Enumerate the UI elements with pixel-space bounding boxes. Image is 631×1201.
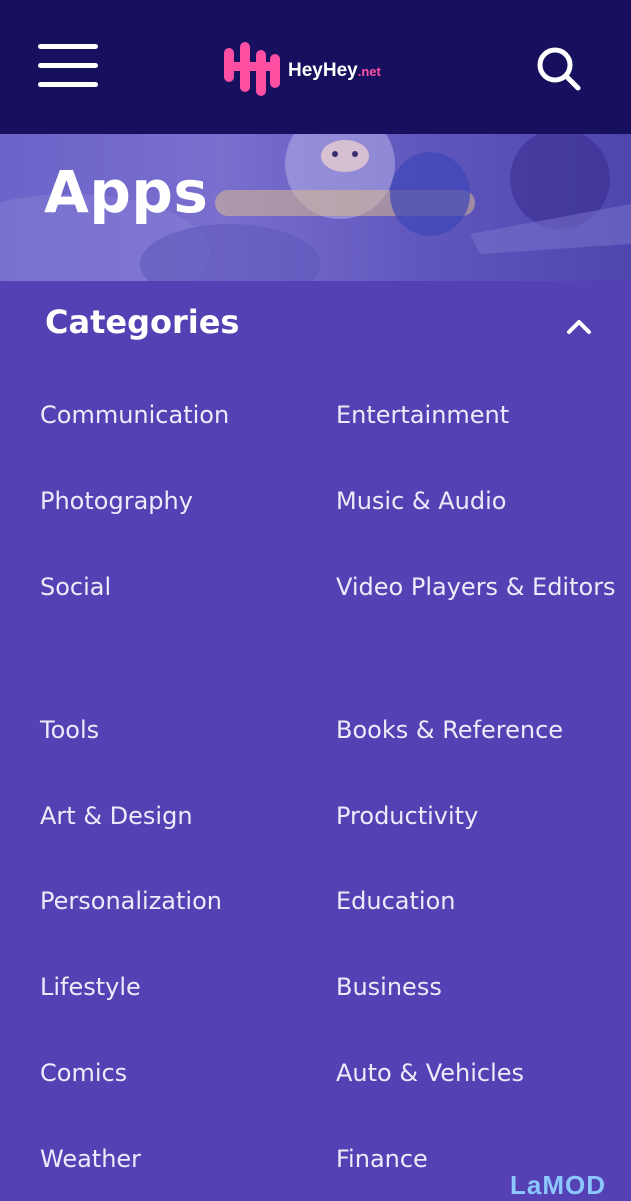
- category-entertainment[interactable]: Entertainment: [336, 386, 509, 444]
- category-business[interactable]: Business: [336, 958, 442, 1016]
- hero-banner: Apps: [0, 134, 631, 281]
- logo-suffix: .net: [357, 64, 381, 79]
- top-header: HeyHey.net: [0, 0, 631, 134]
- category-education[interactable]: Education: [336, 872, 455, 930]
- category-weather[interactable]: Weather: [40, 1130, 141, 1188]
- category-social[interactable]: Social: [40, 558, 111, 616]
- logo-mark-icon: [224, 42, 280, 96]
- category-tools[interactable]: Tools: [40, 701, 99, 759]
- category-art-design[interactable]: Art & Design: [40, 787, 193, 845]
- chevron-up-icon[interactable]: [563, 312, 595, 340]
- category-music-audio[interactable]: Music & Audio: [336, 472, 506, 530]
- page-title: Apps: [44, 158, 209, 226]
- site-logo[interactable]: HeyHey.net: [222, 40, 402, 98]
- category-photography[interactable]: Photography: [40, 472, 193, 530]
- category-video-players-editors[interactable]: Video Players & Editors: [336, 558, 626, 616]
- watermark: LaMOD: [510, 1170, 606, 1200]
- logo-text: HeyHey.net: [288, 60, 381, 82]
- category-productivity[interactable]: Productivity: [336, 787, 478, 845]
- category-comics[interactable]: Comics: [40, 1044, 127, 1102]
- category-personalization[interactable]: Personalization: [40, 872, 222, 930]
- categories-heading: Categories: [45, 303, 240, 341]
- search-icon[interactable]: [534, 44, 582, 92]
- logo-name: HeyHey: [288, 60, 358, 81]
- category-books-reference[interactable]: Books & Reference: [336, 701, 563, 759]
- category-communication[interactable]: Communication: [40, 386, 229, 444]
- category-auto-vehicles[interactable]: Auto & Vehicles: [336, 1044, 524, 1102]
- category-finance[interactable]: Finance: [336, 1130, 428, 1188]
- hamburger-menu-icon[interactable]: [38, 44, 98, 88]
- category-lifestyle[interactable]: Lifestyle: [40, 958, 141, 1016]
